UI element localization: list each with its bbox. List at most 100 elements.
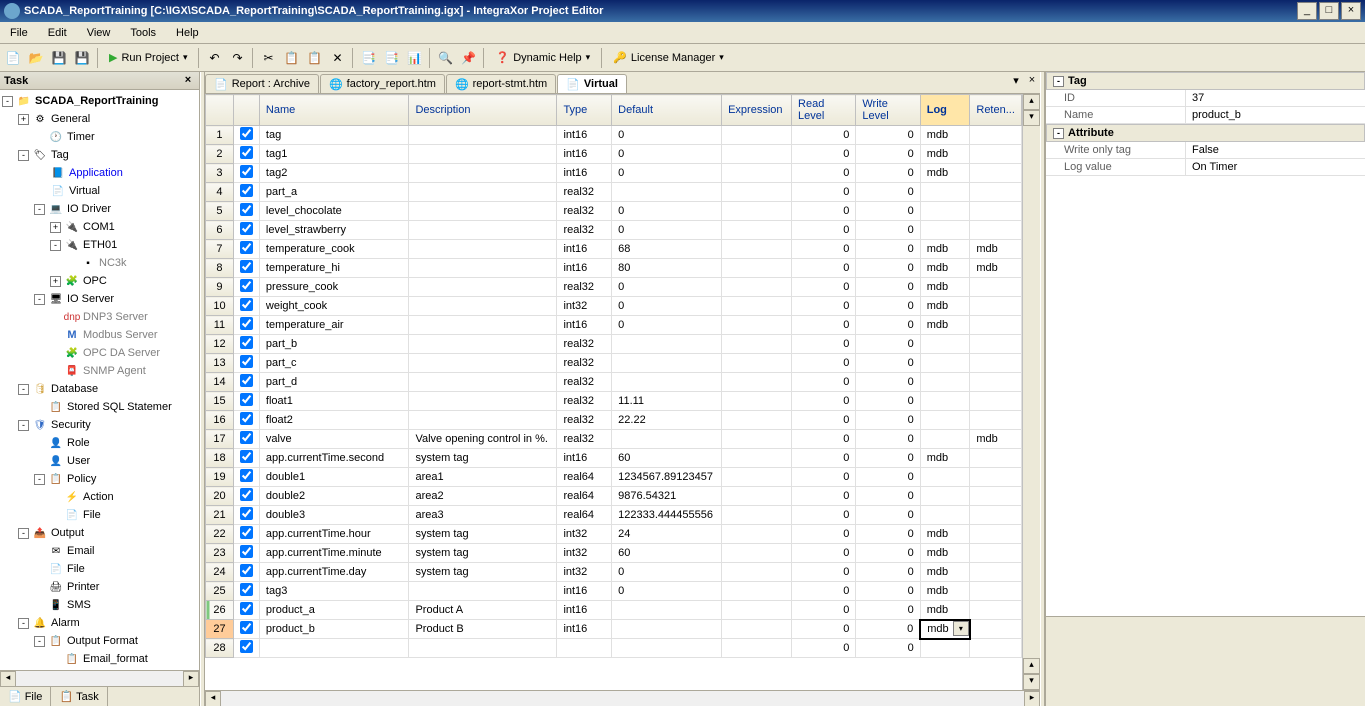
- grid-cell[interactable]: 0: [792, 297, 856, 316]
- row-header[interactable]: 1: [206, 126, 234, 145]
- grid-cell[interactable]: weight_cook: [259, 297, 409, 316]
- grid-cell[interactable]: 0: [792, 335, 856, 354]
- grid-cell[interactable]: [970, 468, 1022, 487]
- grid-cell[interactable]: mdb: [970, 240, 1022, 259]
- row-checkbox[interactable]: [240, 298, 253, 311]
- tree-ioserver[interactable]: -🖥IO Server: [0, 290, 199, 308]
- grid-cell[interactable]: int16: [557, 316, 612, 335]
- tree-iodriver[interactable]: -💻IO Driver: [0, 200, 199, 218]
- row-header[interactable]: 10: [206, 297, 234, 316]
- grid-cell[interactable]: 0: [792, 183, 856, 202]
- menu-tools[interactable]: Tools: [120, 25, 166, 41]
- column-header[interactable]: Name: [259, 95, 409, 126]
- grid-cell[interactable]: [970, 126, 1022, 145]
- expand-icon[interactable]: -: [34, 204, 45, 215]
- grid-cell[interactable]: Valve opening control in %.: [409, 430, 557, 449]
- grid-cell[interactable]: [970, 183, 1022, 202]
- expand-icon[interactable]: +: [50, 276, 61, 287]
- expand-icon[interactable]: -: [2, 96, 13, 107]
- grid-cell[interactable]: mdb: [920, 145, 970, 164]
- grid-cell[interactable]: mdb: [970, 259, 1022, 278]
- grid-cell[interactable]: [920, 335, 970, 354]
- tag-grid[interactable]: NameDescriptionTypeDefaultExpressionRead…: [205, 94, 1022, 690]
- grid-cell[interactable]: [722, 316, 792, 335]
- grid-cell[interactable]: [722, 639, 792, 658]
- grid-cell[interactable]: 0: [856, 411, 920, 430]
- prop-row-writeonly[interactable]: Write only tagFalse: [1046, 142, 1365, 159]
- grid-cell[interactable]: temperature_hi: [259, 259, 409, 278]
- grid-cell[interactable]: 0: [856, 639, 920, 658]
- grid-cell[interactable]: 0: [792, 525, 856, 544]
- grid-cell[interactable]: int32: [557, 525, 612, 544]
- tree-hscroll[interactable]: ◂ ▸: [0, 670, 199, 686]
- grid-cell[interactable]: level_strawberry: [259, 221, 409, 240]
- row-header[interactable]: 21: [206, 506, 234, 525]
- grid-cell[interactable]: 0: [792, 202, 856, 221]
- grid-cell[interactable]: [722, 297, 792, 316]
- grid-cell[interactable]: [970, 164, 1022, 183]
- grid-cell[interactable]: 0: [856, 544, 920, 563]
- row-header[interactable]: 24: [206, 563, 234, 582]
- grid-cell[interactable]: [970, 221, 1022, 240]
- grid-cell[interactable]: [970, 601, 1022, 620]
- prop-row-name[interactable]: Nameproduct_b: [1046, 107, 1365, 124]
- grid-cell[interactable]: [409, 297, 557, 316]
- grid-cell[interactable]: Product A: [409, 601, 557, 620]
- grid-cell[interactable]: system tag: [409, 544, 557, 563]
- grid-cell[interactable]: [409, 373, 557, 392]
- grid-cell[interactable]: 0: [792, 563, 856, 582]
- row-header[interactable]: 4: [206, 183, 234, 202]
- grid-cell[interactable]: app.currentTime.day: [259, 563, 409, 582]
- grid-cell[interactable]: 0: [792, 316, 856, 335]
- grid-cell[interactable]: [409, 126, 557, 145]
- row-header[interactable]: 20: [206, 487, 234, 506]
- grid-cell[interactable]: 0: [856, 430, 920, 449]
- grid-cell[interactable]: 0: [612, 582, 722, 601]
- grid-cell[interactable]: [920, 392, 970, 411]
- grid-cell[interactable]: [920, 373, 970, 392]
- grid-cell[interactable]: [259, 639, 409, 658]
- scroll-btn[interactable]: ▴: [1023, 658, 1040, 674]
- tabs-menu-button[interactable]: ▾: [1008, 74, 1024, 90]
- row-header[interactable]: 3: [206, 164, 234, 183]
- grid-cell[interactable]: [970, 487, 1022, 506]
- grid-cell[interactable]: 0: [856, 316, 920, 335]
- grid-cell[interactable]: [612, 354, 722, 373]
- row-checkbox[interactable]: [240, 583, 253, 596]
- row-checkbox[interactable]: [240, 184, 253, 197]
- row-header[interactable]: 15: [206, 392, 234, 411]
- grid-cell[interactable]: [722, 335, 792, 354]
- grid-cell[interactable]: [920, 354, 970, 373]
- scroll-left-button[interactable]: ◂: [205, 691, 221, 706]
- license-manager-button[interactable]: 🔑 License Manager ▾: [606, 47, 731, 69]
- grid-cell[interactable]: [722, 259, 792, 278]
- grid-cell[interactable]: [722, 449, 792, 468]
- row-header[interactable]: 6: [206, 221, 234, 240]
- grid-cell[interactable]: 0: [792, 544, 856, 563]
- grid-cell[interactable]: int16: [557, 126, 612, 145]
- grid-cell[interactable]: 0: [856, 202, 920, 221]
- grid-cell[interactable]: 0: [856, 525, 920, 544]
- grid-cell[interactable]: 0: [856, 582, 920, 601]
- grid-cell[interactable]: 0: [856, 392, 920, 411]
- dynamic-help-button[interactable]: ❓ Dynamic Help ▾: [488, 47, 597, 69]
- grid-cell[interactable]: [722, 164, 792, 183]
- grid-cell[interactable]: [970, 392, 1022, 411]
- grid-cell[interactable]: 0: [612, 145, 722, 164]
- column-header[interactable]: Description: [409, 95, 557, 126]
- grid-cell[interactable]: [920, 468, 970, 487]
- grid-cell[interactable]: int16: [557, 240, 612, 259]
- grid-cell[interactable]: [920, 221, 970, 240]
- menu-view[interactable]: View: [77, 25, 121, 41]
- grid-cell[interactable]: mdb: [920, 525, 970, 544]
- grid-cell[interactable]: int16: [557, 449, 612, 468]
- grid-cell[interactable]: 0: [792, 449, 856, 468]
- task-tab-file[interactable]: 📄File: [0, 687, 51, 706]
- grid-cell[interactable]: 0: [612, 278, 722, 297]
- grid-hscroll[interactable]: ◂ ▸: [205, 690, 1040, 706]
- tree-sms[interactable]: 📱SMS: [0, 596, 199, 614]
- grid-cell[interactable]: [722, 563, 792, 582]
- grid-cell[interactable]: 0: [792, 259, 856, 278]
- grid-cell[interactable]: real32: [557, 183, 612, 202]
- row-checkbox[interactable]: [240, 393, 253, 406]
